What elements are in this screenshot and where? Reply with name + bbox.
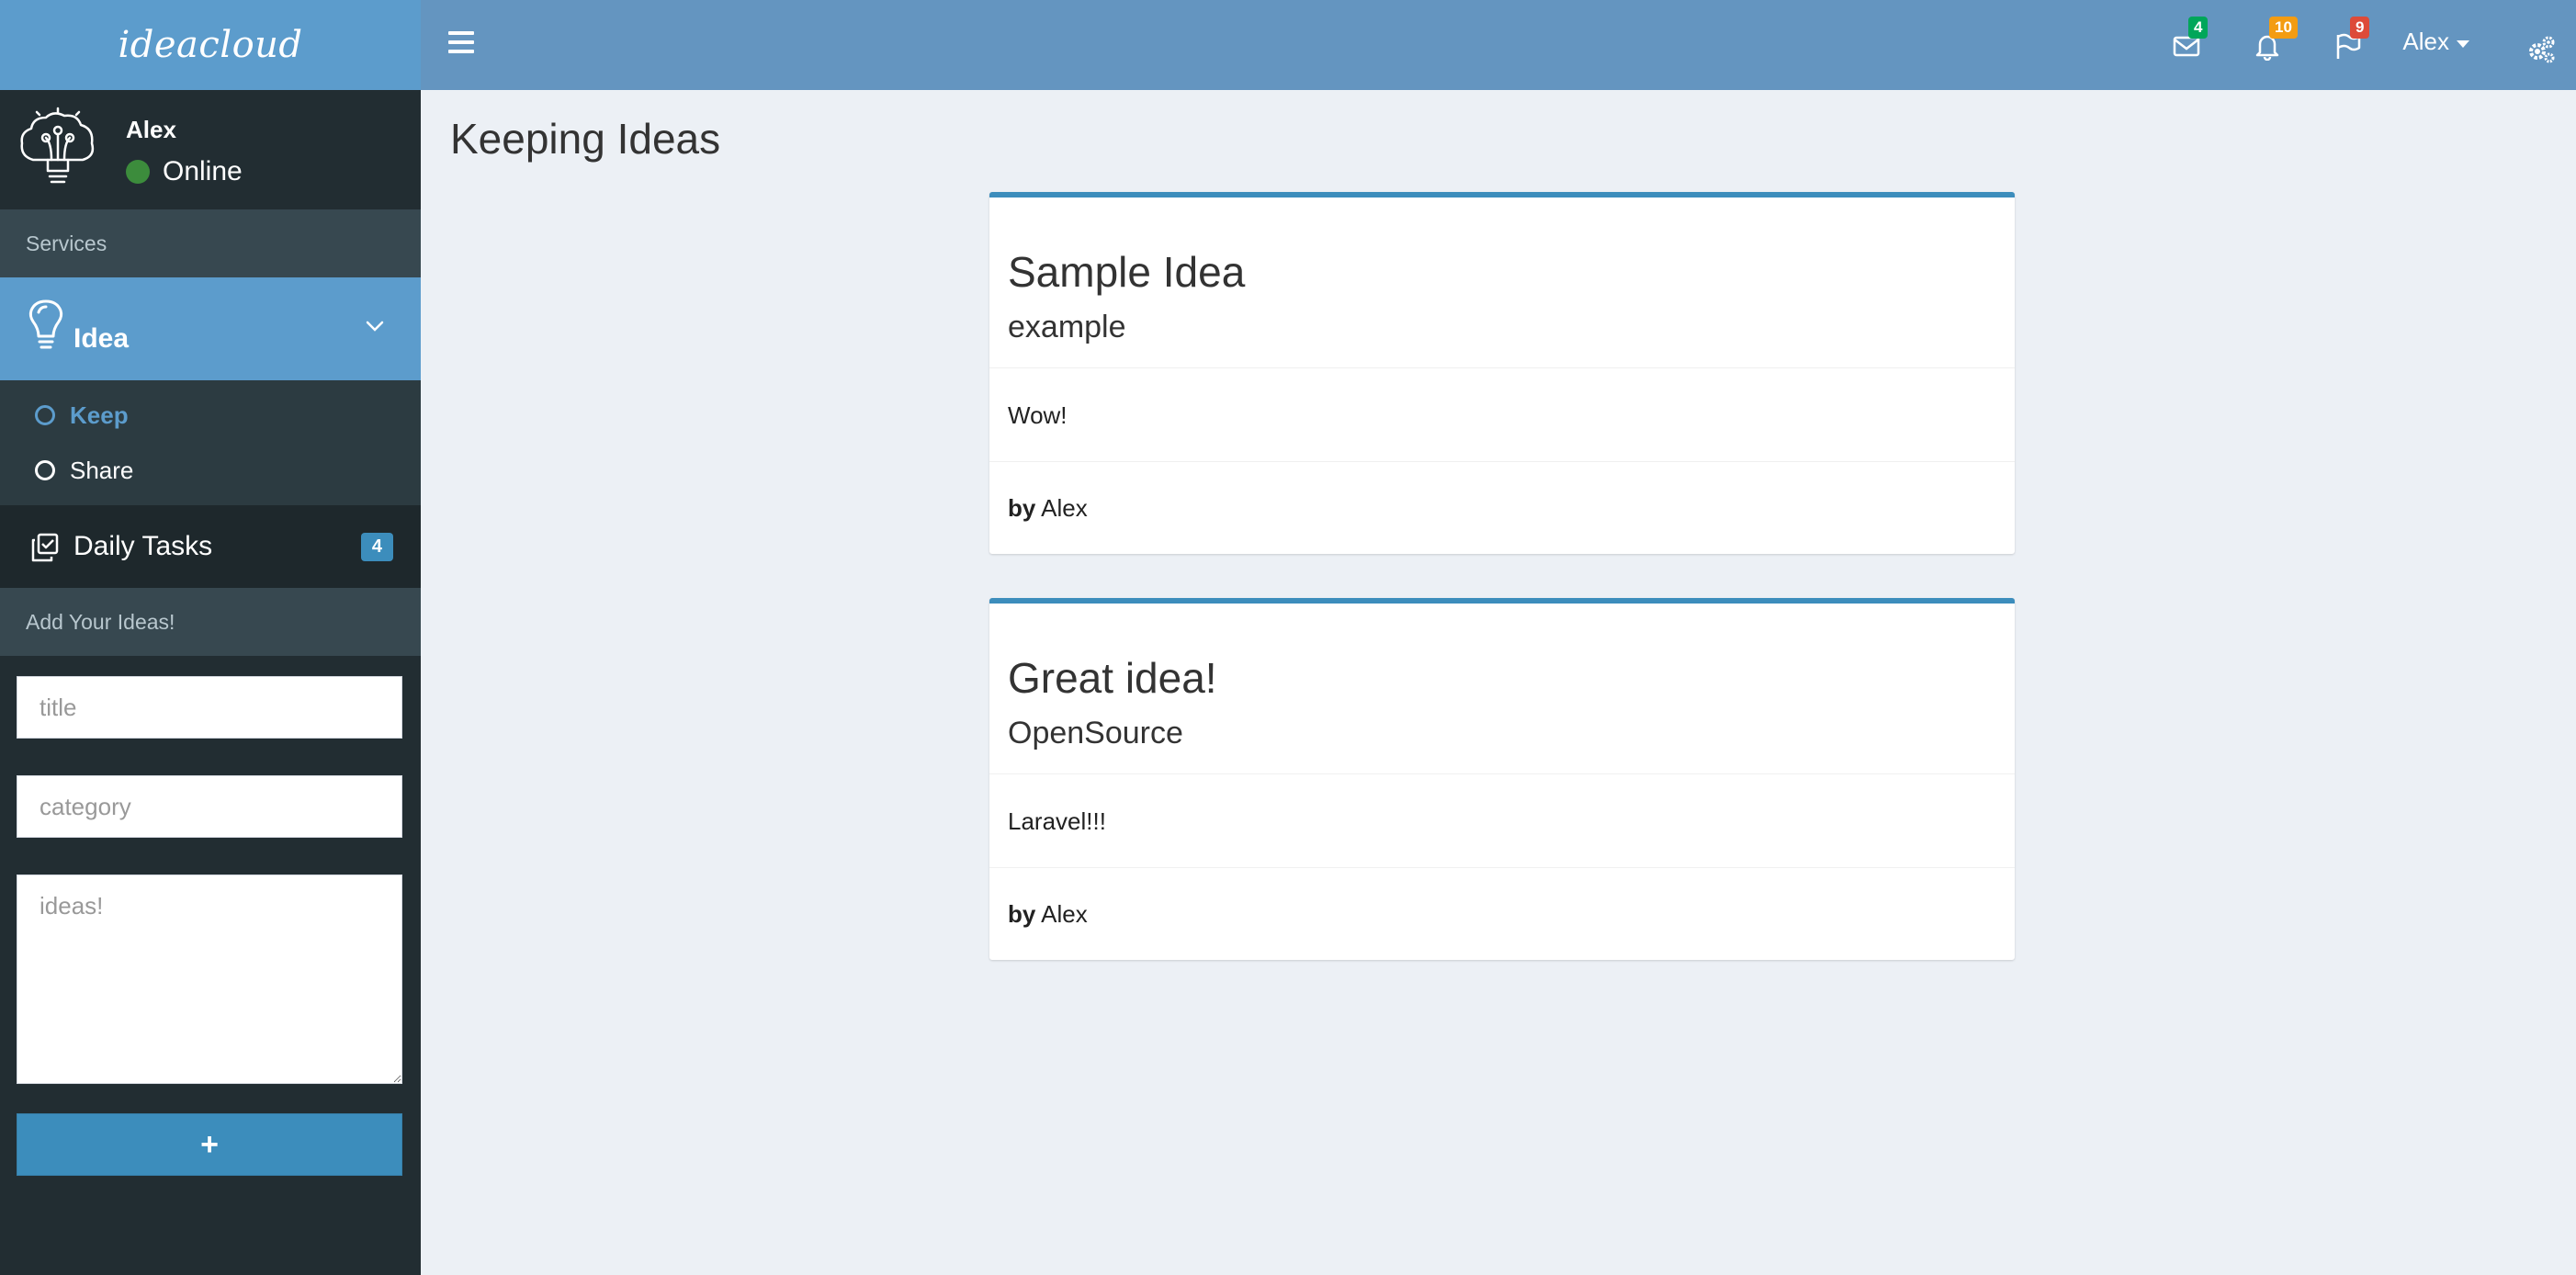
idea-card: Great idea! OpenSource Laravel!!! by Ale… [989, 598, 2015, 960]
section-header-services: Services [0, 209, 421, 277]
idea-card-body: Wow! [989, 368, 2015, 462]
ideas-textarea[interactable] [17, 874, 402, 1084]
chevron-down-icon [366, 321, 384, 332]
flags-count-badge: 9 [2350, 17, 2370, 39]
gears-icon [2529, 36, 2555, 63]
idea-card-body: Laravel!!! [989, 774, 2015, 868]
copy-icon [31, 533, 59, 562]
avatar [20, 107, 95, 184]
user-menu[interactable]: Alex [2402, 28, 2469, 56]
idea-card-author: Alex [1041, 900, 1088, 928]
sidebar-subitem-keep-label: Keep [70, 401, 129, 429]
notifications-dropdown[interactable]: 10 [2247, 17, 2298, 66]
sidebar-item-daily-tasks-label: Daily Tasks [73, 531, 213, 561]
sidebar: Alex Online Services Idea Keep Share Dai… [0, 90, 421, 1275]
title-input[interactable] [17, 676, 402, 739]
idea-card: Sample Idea example Wow! by Alex [989, 192, 2015, 554]
circle-icon [35, 460, 55, 480]
idea-card-by-label: by [1008, 900, 1036, 928]
sidebar-subitem-share[interactable]: Share [0, 443, 421, 498]
idea-card-category: example [1008, 310, 1126, 344]
section-header-add-ideas: Add Your Ideas! [0, 588, 421, 656]
idea-card-footer: by Alex [989, 462, 2015, 554]
top-navbar: 4 10 9 Alex [421, 0, 2576, 90]
settings-button[interactable] [2519, 28, 2559, 68]
messages-count-badge: 4 [2188, 17, 2209, 39]
caret-down-icon [2457, 39, 2469, 48]
tasks-dropdown[interactable]: 9 [2328, 17, 2370, 66]
idea-card-title: Sample Idea [1008, 248, 1246, 296]
circle-icon [35, 405, 55, 425]
user-panel: Alex Online [0, 90, 421, 209]
add-idea-form: + [0, 656, 421, 1176]
sidebar-subitem-share-label: Share [70, 456, 134, 484]
page-title: Keeping Ideas [450, 115, 721, 163]
idea-card-footer: by Alex [989, 868, 2015, 960]
idea-card-title: Great idea! [1008, 654, 1217, 702]
notifications-count-badge: 10 [2269, 17, 2298, 39]
idea-card-category: OpenSource [1008, 716, 1183, 750]
user-name: Alex [126, 116, 176, 143]
messages-dropdown[interactable]: 4 [2166, 17, 2209, 66]
idea-card-header: Sample Idea example [989, 197, 2015, 368]
sidebar-toggle-icon[interactable] [448, 31, 474, 57]
idea-submenu: Keep Share [0, 380, 421, 505]
sidebar-item-idea[interactable]: Idea [0, 277, 421, 380]
online-status-dot-icon [126, 160, 150, 184]
sidebar-subitem-keep[interactable]: Keep [0, 388, 421, 443]
category-input[interactable] [17, 775, 402, 838]
add-idea-button[interactable]: + [17, 1113, 402, 1176]
idea-card-header: Great idea! OpenSource [989, 604, 2015, 774]
lightbulb-icon [28, 299, 63, 349]
daily-tasks-count-badge: 4 [360, 533, 393, 561]
user-status-text: Online [163, 156, 243, 186]
sidebar-item-idea-label: Idea [73, 323, 130, 354]
sidebar-item-daily-tasks[interactable]: Daily Tasks 4 [0, 505, 421, 588]
user-menu-name: Alex [2402, 28, 2449, 55]
logo[interactable]: ideacloud [0, 0, 421, 90]
idea-card-author: Alex [1041, 494, 1088, 522]
idea-card-by-label: by [1008, 494, 1036, 522]
user-status: Online [126, 156, 243, 187]
logo-text[interactable]: ideacloud [118, 24, 302, 66]
